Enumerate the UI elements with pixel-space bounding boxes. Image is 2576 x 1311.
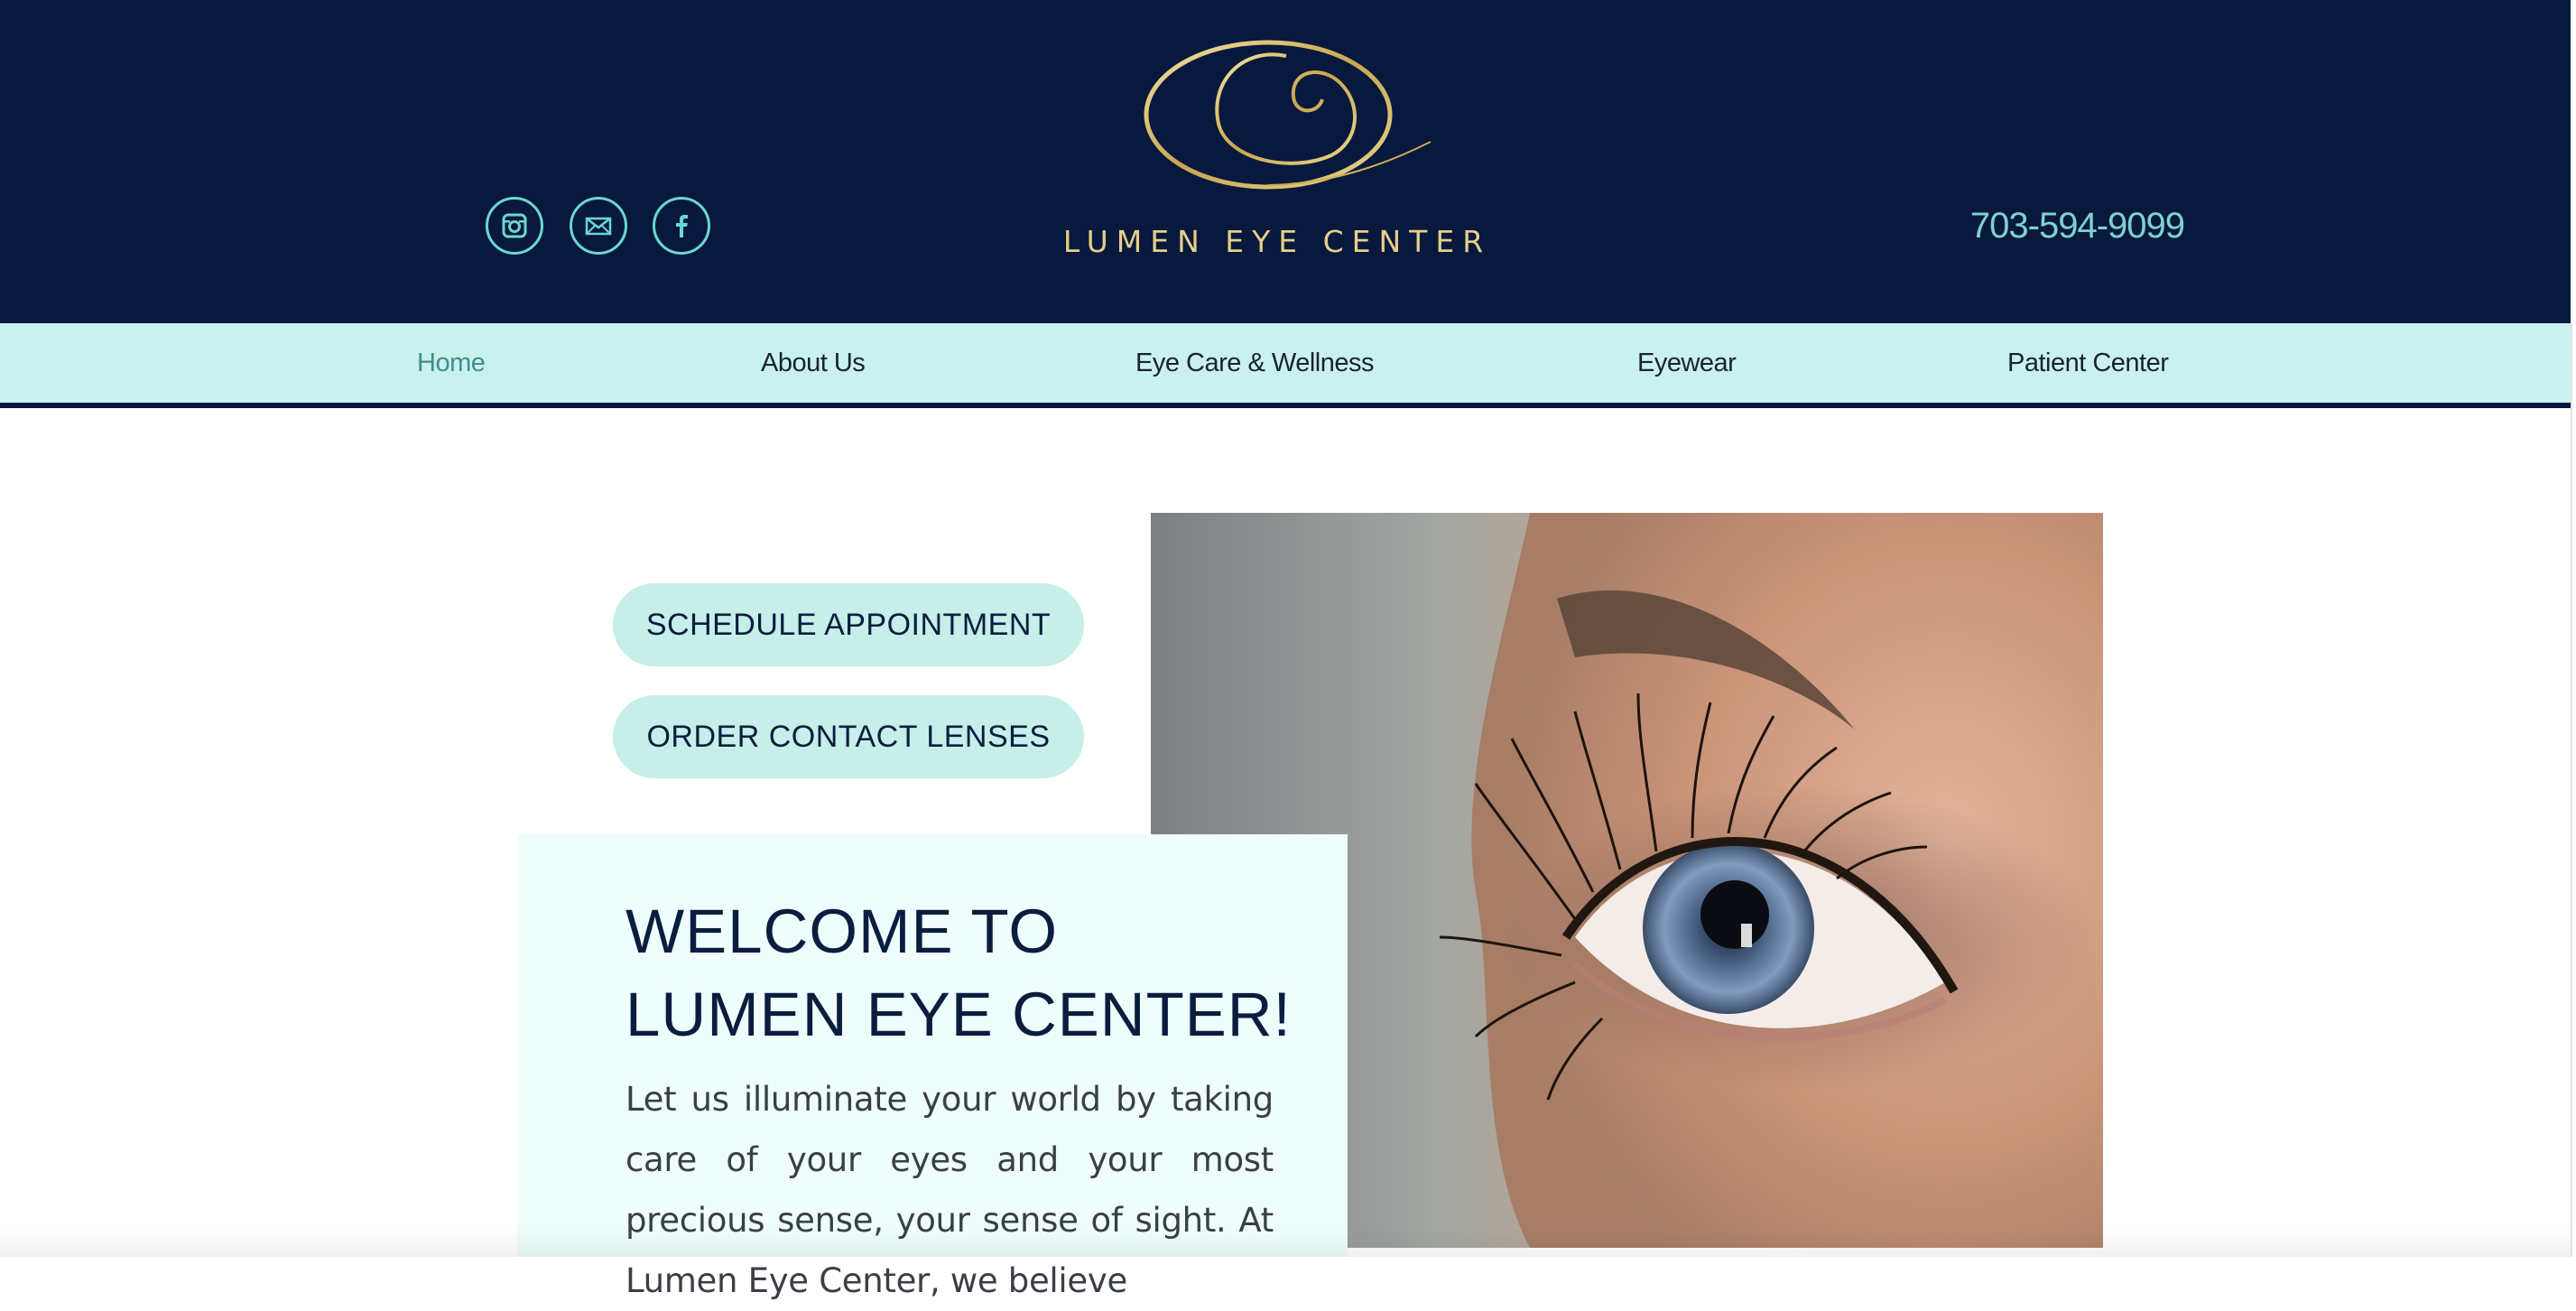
email-button[interactable] bbox=[570, 197, 627, 255]
nav-item-home[interactable]: Home bbox=[417, 323, 486, 403]
schedule-appointment-button[interactable]: SCHEDULE APPOINTMENT bbox=[613, 583, 1084, 666]
instagram-button[interactable] bbox=[486, 197, 543, 255]
welcome-title: WELCOME TO LUMEN EYE CENTER! bbox=[625, 890, 1311, 1056]
instagram-icon bbox=[502, 213, 527, 238]
welcome-title-line2: LUMEN EYE CENTER! bbox=[625, 980, 1292, 1049]
nav-item-eye-care-wellness[interactable]: Eye Care & Wellness bbox=[1135, 323, 1374, 403]
brand-name: LUMEN EYE CENTER bbox=[1062, 224, 1492, 259]
site-header: LUMEN EYE CENTER 703-594-9099 bbox=[0, 0, 2571, 323]
nav-item-patient-center[interactable]: Patient Center bbox=[2007, 323, 2169, 403]
facebook-button[interactable] bbox=[653, 197, 710, 255]
nav-item-about-us[interactable]: About Us bbox=[761, 323, 866, 403]
welcome-card: WELCOME TO LUMEN EYE CENTER! Let us illu… bbox=[517, 834, 1348, 1300]
facebook-icon bbox=[676, 215, 688, 237]
email-icon bbox=[585, 217, 612, 236]
order-contact-lenses-button[interactable]: ORDER CONTACT LENSES bbox=[613, 695, 1084, 778]
main-nav: Home About Us Eye Care & Wellness Eyewea… bbox=[0, 323, 2571, 408]
logo-swirl-icon[interactable] bbox=[1133, 20, 1440, 191]
welcome-title-line1: WELCOME TO bbox=[625, 897, 1059, 966]
nav-item-eyewear[interactable]: Eyewear bbox=[1637, 323, 1737, 403]
scrollbar-track[interactable] bbox=[2571, 323, 2572, 1257]
welcome-body-text: Let us illuminate your world by taking c… bbox=[625, 1080, 1274, 1300]
phone-number[interactable]: 703-594-9099 bbox=[1877, 206, 2185, 260]
